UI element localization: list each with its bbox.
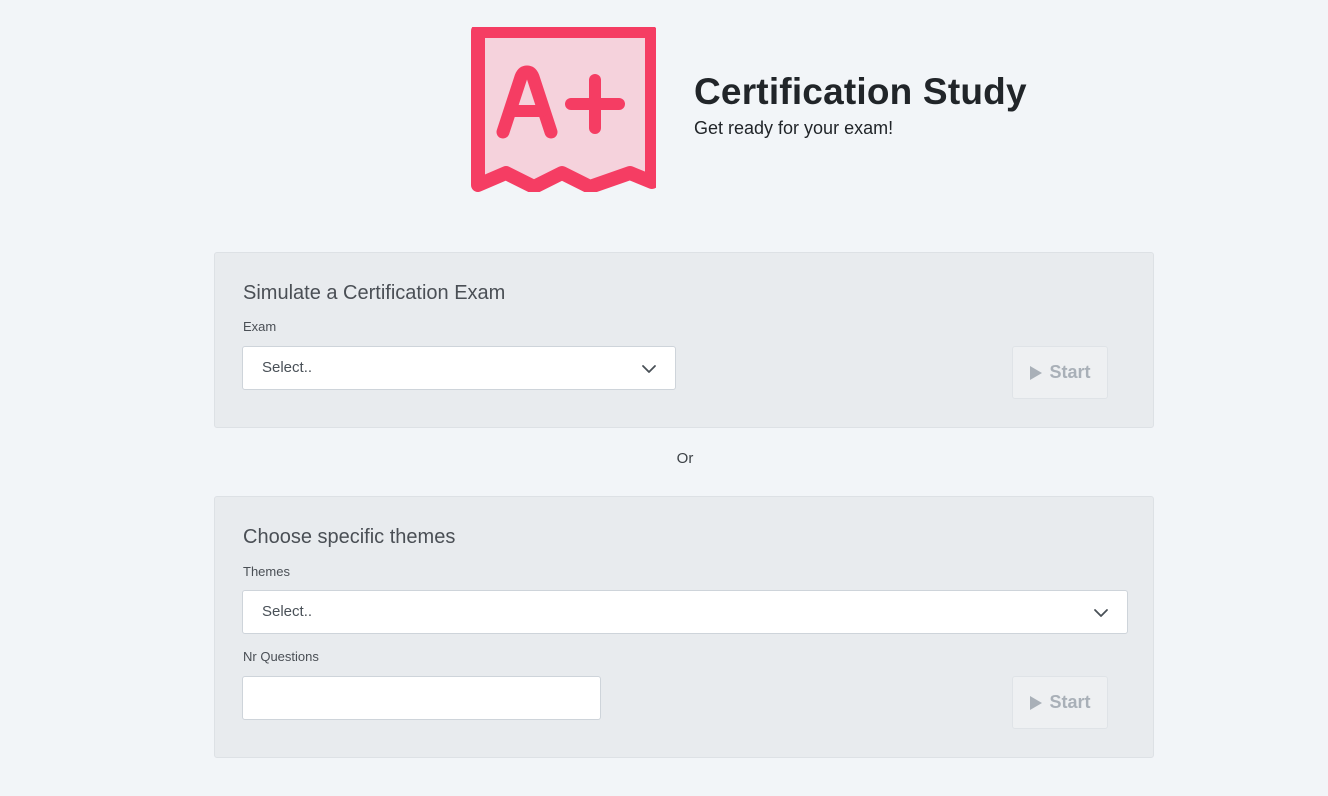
app-title: Certification Study bbox=[694, 70, 1027, 112]
themes-select-value: Select.. bbox=[262, 603, 313, 620]
page: Certification Study Get ready for your e… bbox=[0, 0, 1328, 796]
or-separator: Or bbox=[676, 450, 694, 467]
app-header: Certification Study Get ready for your e… bbox=[470, 27, 1027, 192]
app-subtitle: Get ready for your exam! bbox=[694, 118, 894, 139]
header-text: Certification Study Get ready for your e… bbox=[694, 70, 1027, 140]
chevron-down-icon bbox=[642, 365, 656, 373]
nr-questions-input[interactable] bbox=[242, 676, 601, 720]
exam-section-title: Simulate a Certification Exam bbox=[243, 282, 506, 304]
play-icon bbox=[1030, 365, 1043, 380]
themes-start-label: Start bbox=[1049, 692, 1091, 712]
themes-section-title: Choose specific themes bbox=[243, 526, 456, 548]
exam-label: Exam bbox=[243, 319, 277, 334]
a-plus-logo-icon bbox=[471, 27, 656, 192]
nr-questions-label: Nr Questions bbox=[243, 649, 319, 664]
exam-select-value: Select.. bbox=[262, 359, 313, 376]
exam-select[interactable]: Select.. bbox=[242, 346, 676, 390]
exam-start-label: Start bbox=[1049, 362, 1091, 382]
play-icon bbox=[1030, 695, 1043, 710]
exam-simulation-card: Simulate a Certification Exam Exam Selec… bbox=[214, 252, 1154, 428]
chevron-down-icon bbox=[1094, 609, 1108, 617]
themes-start-button[interactable]: Start bbox=[1012, 676, 1108, 729]
exam-start-button[interactable]: Start bbox=[1012, 346, 1108, 399]
themes-select[interactable]: Select.. bbox=[242, 590, 1128, 634]
themes-label: Themes bbox=[243, 564, 290, 579]
themes-card: Choose specific themes Themes Select.. N… bbox=[214, 496, 1154, 758]
